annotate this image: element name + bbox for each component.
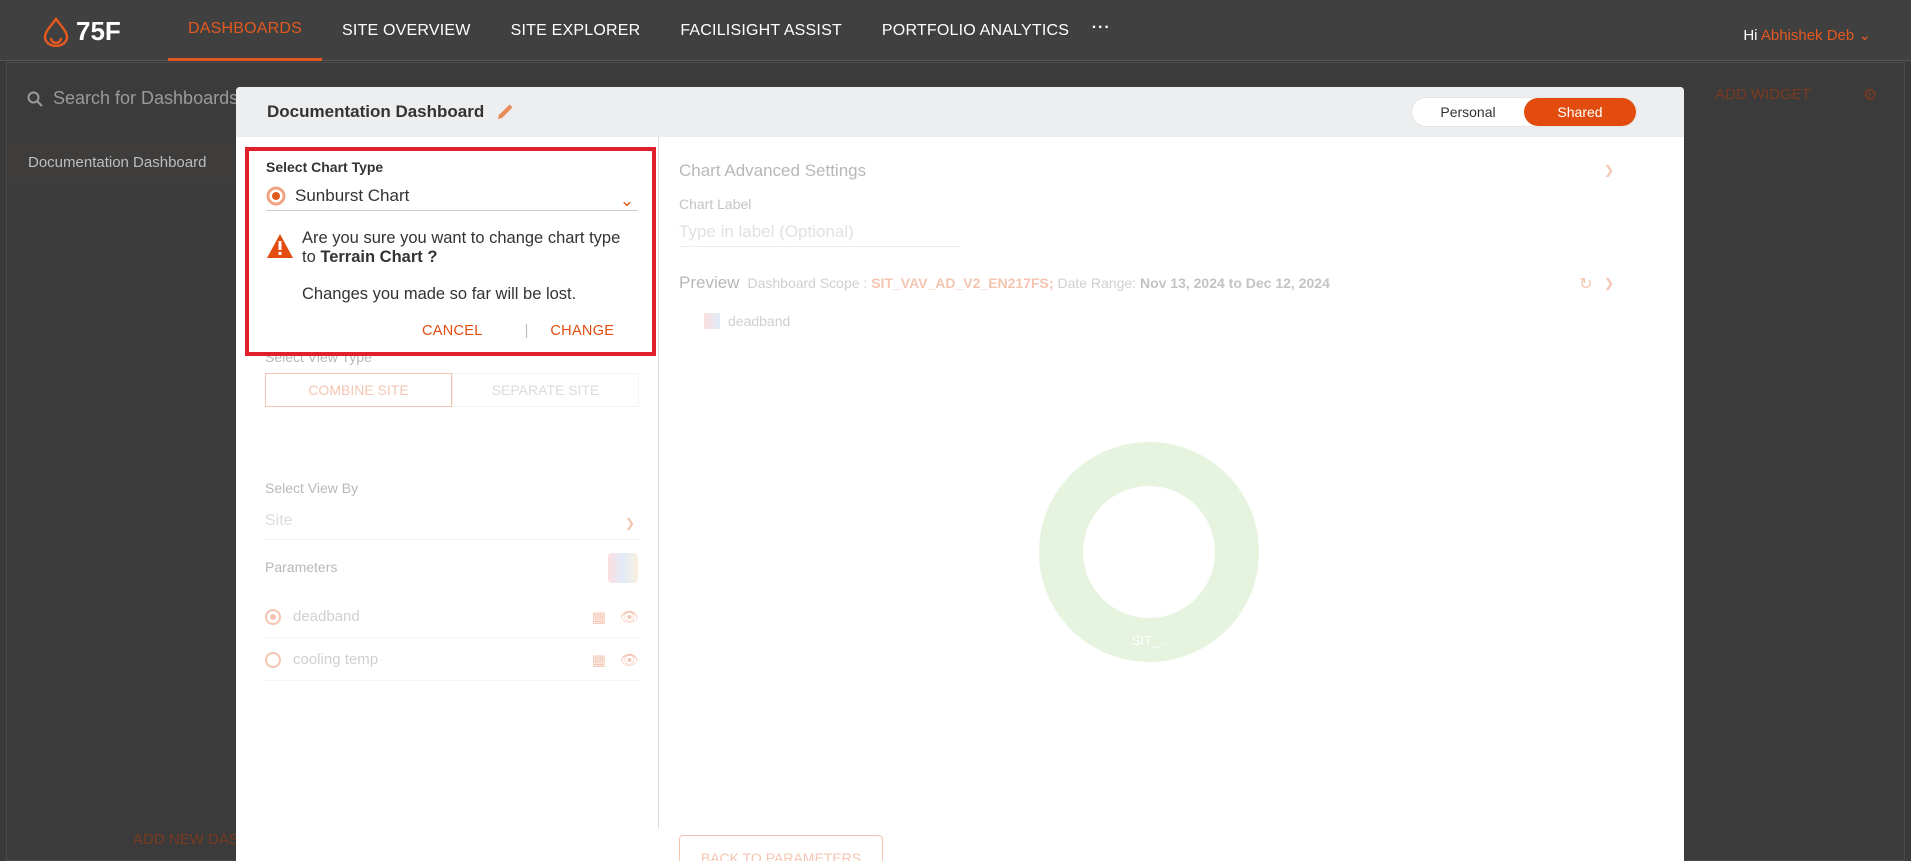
greeting: Hi <box>1743 27 1758 44</box>
preview-header: Preview Dashboard Scope : SIT_VAV_AD_V2_… <box>679 273 1330 293</box>
date-label: Date Range: <box>1057 275 1137 291</box>
sidebar-item-documentation-dashboard[interactable]: Documentation Dashboard <box>7 143 237 183</box>
nav-site-explorer[interactable]: SITE EXPLORER <box>491 0 661 61</box>
add-new-dashboard-button[interactable]: ADD NEW DAS <box>133 831 239 848</box>
more-menu-icon[interactable]: ··· <box>1089 0 1113 61</box>
scope-label: Dashboard Scope : <box>747 275 868 291</box>
change-chart-type-confirm: Select Chart Type Sunburst Chart ⌄ Are y… <box>245 147 656 356</box>
dashboard-title: Documentation Dashboard <box>267 102 485 121</box>
view-by-label: Select View By <box>265 480 359 496</box>
preview-meta: Dashboard Scope : SIT_VAV_AD_V2_EN217FS;… <box>747 275 1329 291</box>
nav-portfolio-analytics[interactable]: PORTFOLIO ANALYTICS <box>862 0 1089 61</box>
logo-text: 75F <box>76 16 121 46</box>
parameters-label: Parameters <box>265 559 338 575</box>
radio-selected[interactable] <box>265 608 281 625</box>
separate-site-button[interactable]: SEPARATE SITE <box>452 373 639 407</box>
preview-title: Preview <box>679 273 740 292</box>
add-widget-button[interactable]: ADD WIDGET <box>1715 86 1811 103</box>
nav-menu: DASHBOARDS SITE OVERVIEW SITE EXPLORER F… <box>168 0 1113 61</box>
parameter-row[interactable]: deadband ▦ 👁 <box>265 596 639 638</box>
gear-icon[interactable]: ⚙ <box>1863 85 1877 105</box>
action-separator: | <box>524 323 529 339</box>
chart-legend: deadband <box>704 313 790 329</box>
chart-label-label: Chart Label <box>679 196 752 212</box>
advanced-settings-title[interactable]: Chart Advanced Settings <box>679 161 866 181</box>
select-chart-type-label: Select Chart Type <box>266 159 384 175</box>
scope-value: SIT_VAV_AD_V2_EN217FS; <box>871 275 1054 291</box>
sunburst-chart-icon <box>266 186 286 205</box>
toggle-shared[interactable]: Shared <box>1524 98 1636 126</box>
nav-dashboards[interactable]: DASHBOARDS <box>168 0 323 61</box>
target-chart-type: Terrain Chart ? <box>320 248 438 266</box>
chevron-down-icon: ⌄ <box>619 191 634 210</box>
refresh-icon[interactable]: ↻ <box>1579 274 1592 294</box>
change-button[interactable]: CHANGE <box>550 323 614 339</box>
drop-logo-icon <box>43 16 69 47</box>
user-name: Abhishek Deb <box>1760 27 1855 44</box>
calculator-icon[interactable]: ▦ <box>592 608 606 626</box>
legend-swatch <box>704 313 720 329</box>
view-type-toggle: COMBINE SITE SEPARATE SITE <box>265 373 639 407</box>
view-by-select[interactable]: Site ❯ <box>265 506 639 540</box>
calculator-icon[interactable]: ▦ <box>592 651 606 669</box>
nav-facilisight-assist[interactable]: FACILISIGHT ASSIST <box>660 0 862 61</box>
back-to-parameters-button[interactable]: BACK TO PARAMETERS <box>679 835 883 861</box>
search-icon <box>27 91 43 107</box>
sunburst-label: SIT_.. <box>1132 633 1167 648</box>
warning-icon <box>267 234 293 258</box>
chart-label-input[interactable] <box>679 217 961 247</box>
user-menu[interactable]: Hi Abhishek Deb ⌄ <box>1743 26 1871 44</box>
date-value: Nov 13, 2024 to Dec 12, 2024 <box>1139 275 1330 291</box>
modal-header: Documentation Dashboard Personal Shared <box>236 87 1684 137</box>
search-placeholder: Search for Dashboards <box>53 88 239 108</box>
sunburst-preview-chart: SIT_.. <box>1039 442 1259 662</box>
chevron-down-icon: ⌄ <box>1858 27 1871 44</box>
chevron-down-icon[interactable]: ❯ <box>1604 276 1614 290</box>
parameter-row[interactable]: cooling temp ▦ 👁 <box>265 639 639 681</box>
chevron-down-icon: ❯ <box>624 516 635 530</box>
modal-title: Documentation Dashboard <box>267 102 514 122</box>
nav-site-overview[interactable]: SITE OVERVIEW <box>322 0 491 61</box>
chart-type-select[interactable]: Sunburst Chart ⌄ <box>266 181 638 211</box>
eye-icon[interactable]: 👁 <box>620 608 639 626</box>
legend-label: deadband <box>728 313 791 329</box>
warning-subtext: Changes you made so far will be lost. <box>302 285 577 303</box>
right-preview-panel: Chart Advanced Settings ❯ Chart Label Pr… <box>659 137 1684 861</box>
selected-chart-type: Sunburst Chart <box>295 185 410 205</box>
pencil-edit-icon[interactable] <box>496 103 514 121</box>
eye-icon[interactable]: 👁 <box>620 651 639 669</box>
share-toggle: Personal Shared <box>1411 97 1637 127</box>
radio-unselected[interactable] <box>265 651 281 668</box>
view-by-value: Site <box>265 512 293 529</box>
parameter-name: deadband <box>293 608 360 625</box>
top-navbar: 75F DASHBOARDS SITE OVERVIEW SITE EXPLOR… <box>0 0 1911 61</box>
logo[interactable]: 75F <box>42 16 121 47</box>
chevron-down-icon[interactable]: ❯ <box>1604 163 1614 177</box>
cancel-button[interactable]: CANCEL <box>422 323 483 339</box>
toggle-personal[interactable]: Personal <box>1412 98 1524 126</box>
confirm-actions: CANCEL | CHANGE <box>422 323 614 339</box>
combine-site-button[interactable]: COMBINE SITE <box>265 373 452 407</box>
dashboard-search[interactable]: Search for Dashboards <box>27 88 238 109</box>
sunburst-ring <box>1039 442 1259 662</box>
color-palette-icon[interactable] <box>608 553 638 583</box>
parameter-name: cooling temp <box>293 651 379 668</box>
warning-message: Are you sure you want to change chart ty… <box>302 229 632 267</box>
